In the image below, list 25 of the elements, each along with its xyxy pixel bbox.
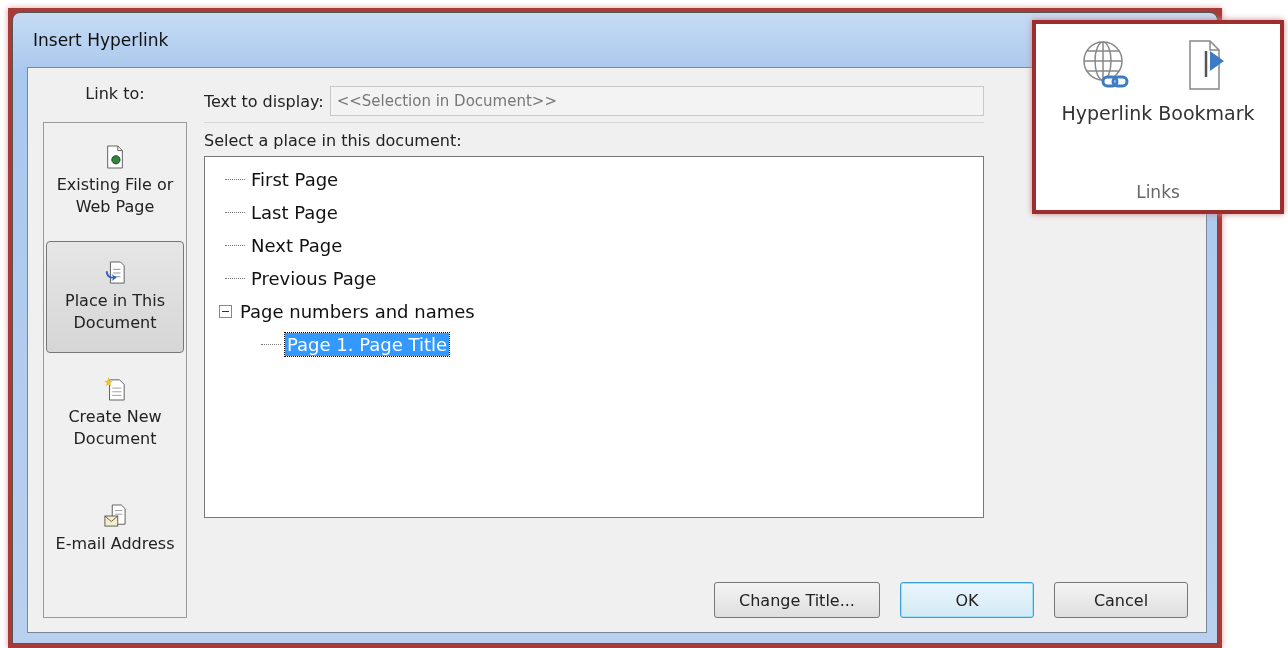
document-icon bbox=[104, 376, 126, 403]
link-to-button[interactable]: E-mail Address bbox=[46, 473, 184, 585]
link-to-button[interactable]: Create New Document bbox=[46, 357, 184, 469]
envelope-document-icon bbox=[104, 503, 126, 530]
hyperlink-button[interactable]: Hyperlink bbox=[1061, 38, 1153, 124]
text-to-display-label: Text to display: bbox=[204, 91, 324, 111]
select-place-label: Select a place in this document: bbox=[204, 131, 463, 150]
ribbon-group-title: Links bbox=[1136, 182, 1180, 202]
window-title: Insert Hyperlink bbox=[33, 30, 169, 50]
dialog-button[interactable]: OK bbox=[900, 582, 1034, 618]
document-icon bbox=[104, 260, 126, 287]
collapse-icon[interactable] bbox=[219, 305, 232, 318]
tree-item[interactable]: Previous Page bbox=[249, 267, 379, 290]
tree-item[interactable]: First Page bbox=[249, 168, 341, 191]
link-to-button[interactable]: Existing File or Web Page bbox=[46, 125, 184, 237]
text-to-display-field[interactable]: <<Selection in Document>> bbox=[329, 86, 984, 116]
tree-item[interactable]: Next Page bbox=[249, 234, 345, 257]
bookmark-button[interactable]: Bookmark bbox=[1158, 38, 1255, 124]
dialog-button[interactable]: Cancel bbox=[1054, 582, 1188, 618]
document-icon bbox=[104, 144, 126, 171]
tree-item[interactable]: Last Page bbox=[249, 201, 340, 224]
tree-item[interactable]: Page numbers and names bbox=[238, 300, 477, 323]
link-to-label: Link to: bbox=[85, 84, 145, 105]
dialog-button[interactable]: Change Title... bbox=[714, 582, 880, 618]
link-to-button[interactable]: Place in This Document bbox=[46, 241, 184, 353]
